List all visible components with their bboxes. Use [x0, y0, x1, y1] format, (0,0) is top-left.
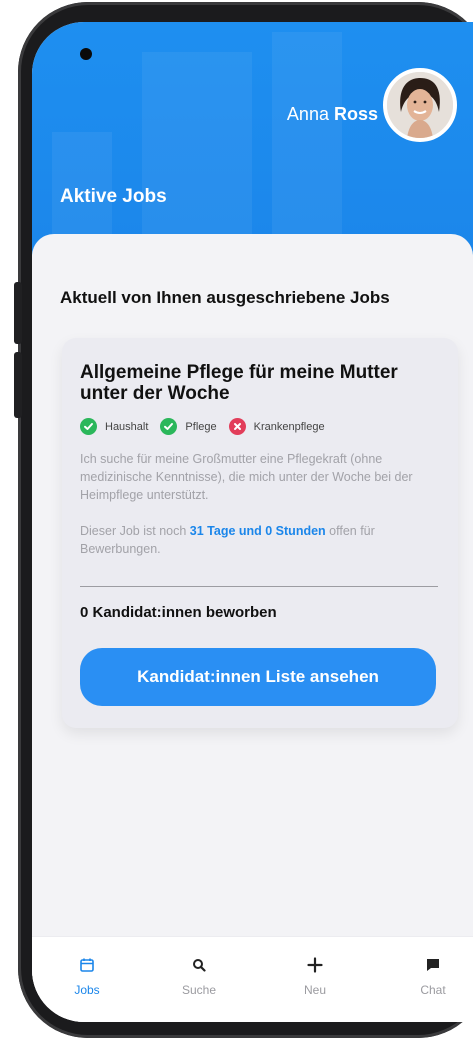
- tag-label: Haushalt: [105, 420, 149, 433]
- front-camera: [80, 48, 92, 60]
- tag-haushalt: Haushalt: [80, 418, 148, 435]
- app-header: Anna Ross Aktive Jobs: [32, 22, 473, 262]
- bottom-nav: Jobs Suche Neu Chat: [32, 936, 473, 1022]
- job-description: Ich suche für meine Großmutter eine Pfle…: [80, 452, 413, 502]
- main-content: Aktuell von Ihnen ausgeschriebene Jobs A…: [32, 234, 473, 1022]
- user-last-name: Ross: [333, 104, 378, 124]
- user-first-name: Anna: [286, 104, 329, 124]
- remaining-value: 31 Tage und 0 Stunden: [189, 524, 326, 538]
- job-card[interactable]: Allgemeine Pflege für meine Mutter unter…: [62, 338, 458, 728]
- tag-label: Krankenpflege: [253, 420, 325, 433]
- calendar-icon: [52, 955, 122, 975]
- job-remaining-time: Dieser Job ist noch 31 Tage und 0 Stunde…: [80, 522, 442, 558]
- volume-down-button: [14, 352, 22, 418]
- section-title: Aktuell von Ihnen ausgeschriebene Jobs: [60, 288, 390, 307]
- tag-pflege: Pflege: [160, 418, 217, 435]
- nav-item-jobs[interactable]: Jobs: [52, 955, 122, 997]
- tag-label: Pflege: [185, 420, 217, 433]
- nav-label: Jobs: [74, 983, 100, 997]
- job-title: Allgemeine Pflege für meine Mutter unter…: [80, 362, 398, 404]
- volume-up-button: [14, 282, 22, 344]
- nav-label: Suche: [181, 983, 217, 997]
- divider: [80, 586, 438, 587]
- cross-icon: [228, 418, 246, 435]
- page-title: Aktive Jobs: [60, 186, 167, 207]
- chat-icon: [398, 955, 468, 975]
- search-icon: [164, 955, 234, 975]
- remaining-prefix: Dieser Job ist noch: [80, 524, 190, 538]
- tag-krankenpflege: Krankenpflege: [228, 418, 325, 435]
- avatar[interactable]: [383, 68, 457, 142]
- applicants-count: 0 Kandidat:innen beworben: [80, 604, 277, 621]
- plus-icon: [280, 955, 350, 975]
- nav-label: Neu: [303, 983, 326, 997]
- job-tags: Haushalt Pflege Krankenpflege: [80, 418, 337, 435]
- app-screen: Anna Ross Aktive Jobs Aktuell von Ihnen …: [32, 22, 473, 1022]
- nav-item-suche[interactable]: Suche: [164, 955, 234, 997]
- user-name[interactable]: Anna Ross: [287, 104, 378, 125]
- view-candidates-button[interactable]: Kandidat:innen Liste ansehen: [80, 648, 436, 706]
- nav-label: Chat: [420, 983, 446, 997]
- check-icon: [80, 418, 97, 435]
- nav-item-chat[interactable]: Chat: [398, 955, 468, 997]
- check-icon: [160, 418, 178, 435]
- nav-item-neu[interactable]: Neu: [280, 955, 350, 997]
- avatar-portrait: [387, 72, 453, 138]
